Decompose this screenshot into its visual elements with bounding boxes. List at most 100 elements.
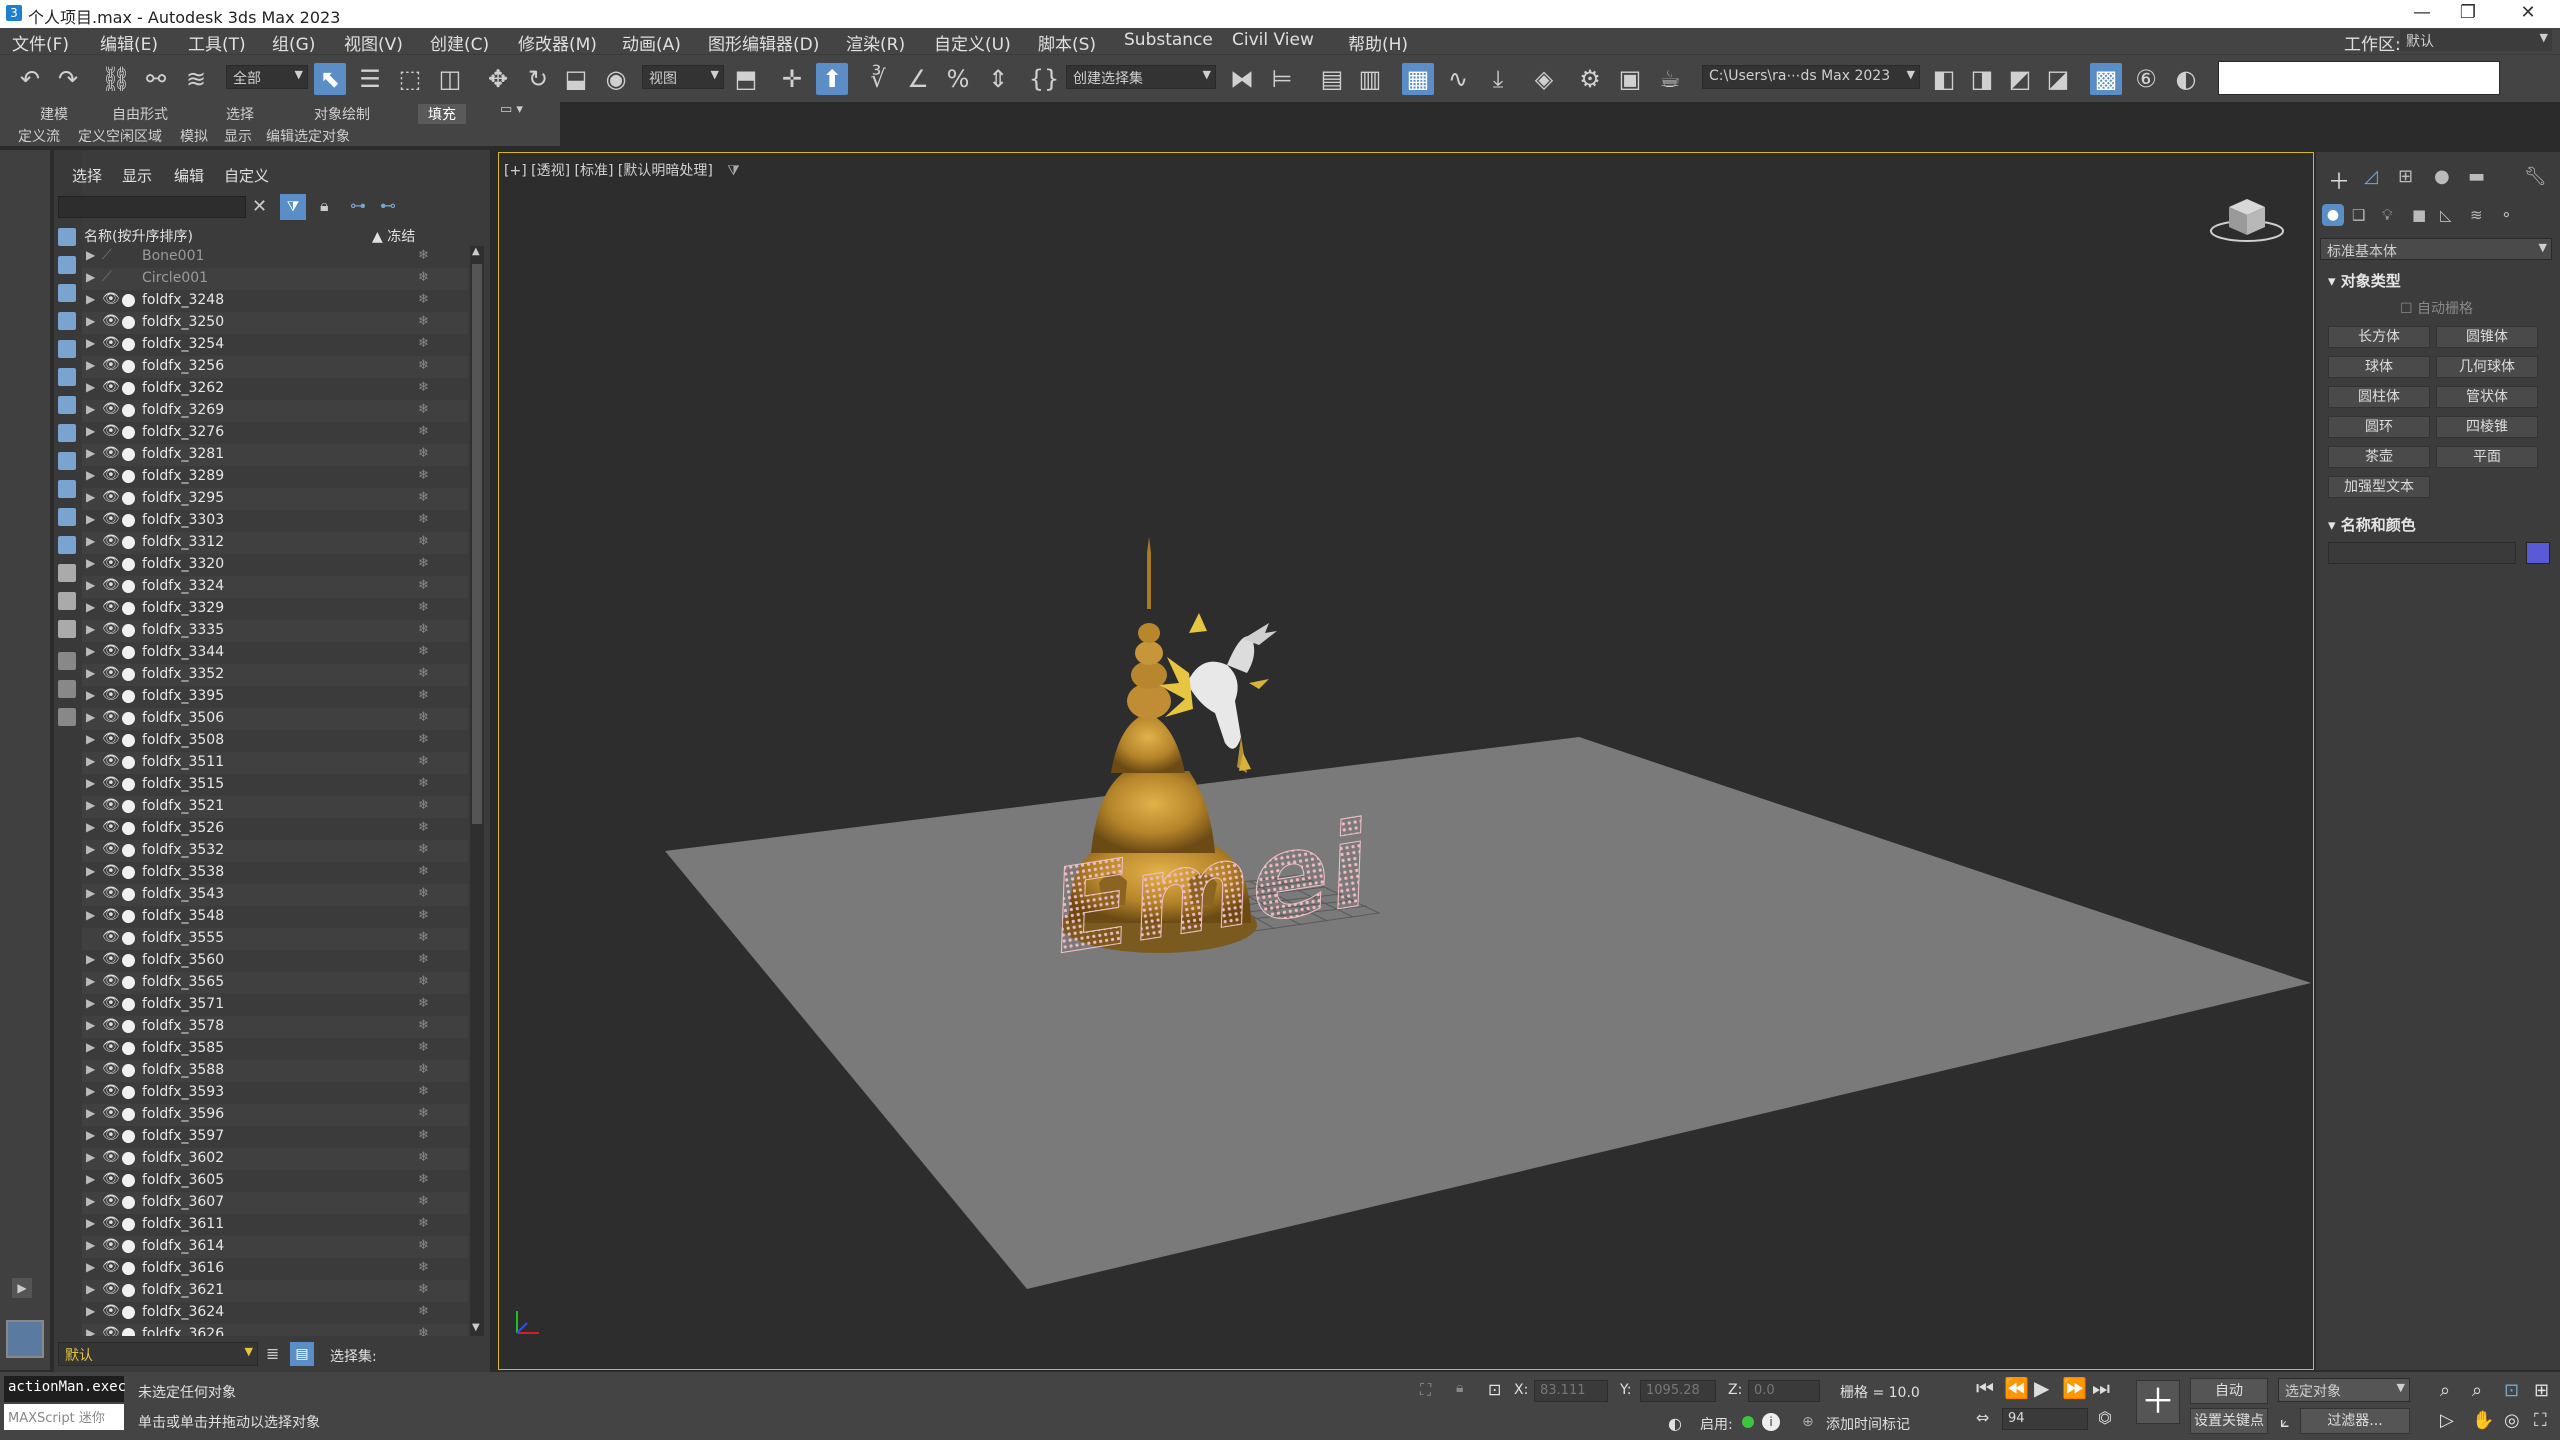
eye-icon[interactable]: 👁︎ (102, 335, 120, 351)
unlink-icon[interactable]: ⚯ (140, 63, 172, 95)
render-dot-icon[interactable] (122, 1328, 135, 1336)
menu-create[interactable]: 创建(C) (430, 30, 489, 55)
display-all-icon[interactable] (58, 564, 76, 582)
freeze-icon[interactable]: ❄ (418, 732, 429, 747)
render-dot-icon[interactable] (122, 1064, 135, 1077)
save-project-icon[interactable]: ◩ (2004, 63, 2036, 95)
bind-space-warp-icon[interactable]: ≋ (180, 63, 212, 95)
eye-icon[interactable]: 👁︎ (102, 555, 120, 571)
layer-dropdown[interactable]: 默认 ▼ (58, 1342, 258, 1366)
cylinder-button[interactable]: 圆柱体 (2328, 386, 2430, 408)
render-dot-icon[interactable] (122, 602, 135, 615)
render-dot-icon[interactable] (122, 932, 135, 945)
render-dot-icon[interactable] (122, 778, 135, 791)
menu-civil-view[interactable]: Civil View (1232, 30, 1314, 50)
lights-icon[interactable]: 💡︎ (2382, 206, 2393, 224)
display-shapes-icon[interactable] (58, 256, 76, 274)
display-space-warps-icon[interactable] (58, 368, 76, 386)
viewport-label[interactable]: [+] [透视] [标准] [默认明暗处理] ⧩ (504, 160, 740, 180)
freeze-icon[interactable]: ❄ (418, 798, 429, 813)
eye-icon[interactable]: 👁︎ (102, 379, 120, 395)
expand-arrow-icon[interactable]: ▶ (86, 292, 95, 306)
eye-icon[interactable]: 👁︎ (102, 1237, 120, 1253)
render-dot-icon[interactable] (122, 514, 135, 527)
render-dot-icon[interactable] (122, 426, 135, 439)
freeze-icon[interactable]: ❄ (418, 468, 429, 483)
placement-icon[interactable]: ◉ (600, 63, 632, 95)
toggle-ribbon-icon[interactable]: ▥ (1354, 63, 1386, 95)
display-xrefs-icon[interactable] (58, 424, 76, 442)
freeze-icon[interactable]: ❄ (418, 1304, 429, 1319)
restore-button[interactable]: ❐ (2448, 2, 2488, 26)
spinner-snap-icon[interactable]: ⇕ (982, 63, 1014, 95)
expand-arrow-icon[interactable]: ▶ (86, 380, 95, 394)
freeze-icon[interactable]: ❄ (418, 1128, 429, 1143)
render-dot-icon[interactable] (122, 1152, 135, 1165)
explorer-row[interactable]: ▶ 👁︎ foldfx_3254 ❄ (82, 334, 468, 356)
freeze-icon[interactable]: ❄ (418, 1172, 429, 1187)
object-name-input[interactable] (2328, 542, 2516, 564)
eye-icon[interactable]: 👁︎ (102, 599, 120, 615)
freeze-icon[interactable]: ❄ (418, 886, 429, 901)
menu-help[interactable]: 帮助(H) (1348, 30, 1408, 55)
next-frame-icon[interactable]: ⏩ (2062, 1376, 2087, 1400)
cone-button[interactable]: 圆锥体 (2436, 326, 2538, 348)
y-coordinate-input[interactable]: 1095.28 (1640, 1380, 1716, 1402)
field-of-view-icon[interactable]: ▷ (2440, 1410, 2454, 1431)
explorer-row[interactable]: ▶ 👁︎ foldfx_3344 ❄ (82, 642, 468, 664)
expand-arrow-icon[interactable]: ▶ (86, 402, 95, 416)
explorer-row[interactable]: ▶ 👁︎ foldfx_3324 ❄ (82, 576, 468, 598)
sphere-button[interactable]: 球体 (2328, 356, 2430, 378)
explorer-row[interactable]: ▶ 👁︎ foldfx_3303 ❄ (82, 510, 468, 532)
expand-arrow-icon[interactable]: ▶ (86, 578, 95, 592)
expand-arrow-icon[interactable]: ▶ (86, 688, 95, 702)
eye-icon[interactable]: 👁︎ (102, 819, 120, 835)
expand-layout-icon[interactable]: ▶ (12, 1278, 32, 1298)
expand-arrow-icon[interactable]: ▶ (86, 468, 95, 482)
display-lights-icon[interactable] (58, 284, 76, 302)
expand-arrow-icon[interactable]: ▶ (86, 248, 95, 262)
display-frozen-icon[interactable] (58, 508, 76, 526)
viewcube-icon[interactable] (2210, 199, 2284, 242)
simulate-button[interactable]: 模拟 (180, 126, 208, 146)
explorer-row[interactable]: ▶ 👁︎ foldfx_3329 ❄ (82, 598, 468, 620)
freeze-icon[interactable]: ❄ (418, 1106, 429, 1121)
geometry-icon[interactable]: ● (2322, 204, 2344, 226)
explorer-row[interactable]: ▶ 👁︎ foldfx_3616 ❄ (82, 1258, 468, 1280)
explorer-row[interactable]: ▶ 👁︎ foldfx_3250 ❄ (82, 312, 468, 334)
motion-tab-icon[interactable]: ● (2434, 166, 2450, 187)
eye-icon[interactable]: 👁︎ (102, 1303, 120, 1319)
maxscript-listener-output[interactable]: actionMan.exec (4, 1376, 126, 1402)
select-by-name-icon[interactable]: ☰ (354, 63, 386, 95)
display-invert-icon[interactable] (58, 620, 76, 638)
shapes-icon[interactable]: ❑ (2352, 206, 2365, 224)
freeze-icon[interactable]: ❄ (418, 622, 429, 637)
freeze-icon[interactable]: ❄ (418, 600, 429, 615)
render-dot-icon[interactable] (122, 580, 135, 593)
explorer-row[interactable]: ▶ 👁︎ foldfx_3521 ❄ (82, 796, 468, 818)
freeze-icon[interactable]: ❄ (418, 534, 429, 549)
expand-arrow-icon[interactable]: ▶ (86, 424, 95, 438)
eye-icon[interactable]: 👁︎ (102, 709, 120, 725)
go-to-end-icon[interactable]: ⏭ (2092, 1376, 2110, 1400)
edit-selected-button[interactable]: 编辑选定对象 (266, 126, 350, 146)
menu-file[interactable]: 文件(F) (12, 30, 69, 55)
expand-arrow-icon[interactable]: ▶ (86, 974, 95, 988)
render-dot-icon[interactable] (122, 558, 135, 571)
render-dot-icon[interactable] (122, 338, 135, 351)
freeze-icon[interactable]: ❄ (418, 490, 429, 505)
window-crossing-icon[interactable]: ◫ (434, 63, 466, 95)
eye-icon[interactable]: 👁︎ (102, 797, 120, 813)
render-dot-icon[interactable] (122, 1196, 135, 1209)
close-button[interactable]: ✕ (2508, 2, 2548, 26)
scene-explorer-icon[interactable]: ▦ (1402, 63, 1434, 95)
eye-icon[interactable]: 👁︎ (102, 357, 120, 373)
key-mode-icon[interactable]: ⟀ (2280, 1412, 2290, 1432)
eye-icon[interactable]: 👁︎ (102, 423, 120, 439)
zoom-icon[interactable]: ⌕ (2440, 1380, 2450, 1401)
column-name[interactable]: 名称(按升序排序) (84, 226, 193, 246)
eye-icon[interactable]: 👁︎ (102, 1017, 120, 1033)
explorer-row[interactable]: ▶ 👁︎ foldfx_3262 ❄ (82, 378, 468, 400)
freeze-icon[interactable]: ❄ (418, 446, 429, 461)
freeze-icon[interactable]: ❄ (418, 336, 429, 351)
